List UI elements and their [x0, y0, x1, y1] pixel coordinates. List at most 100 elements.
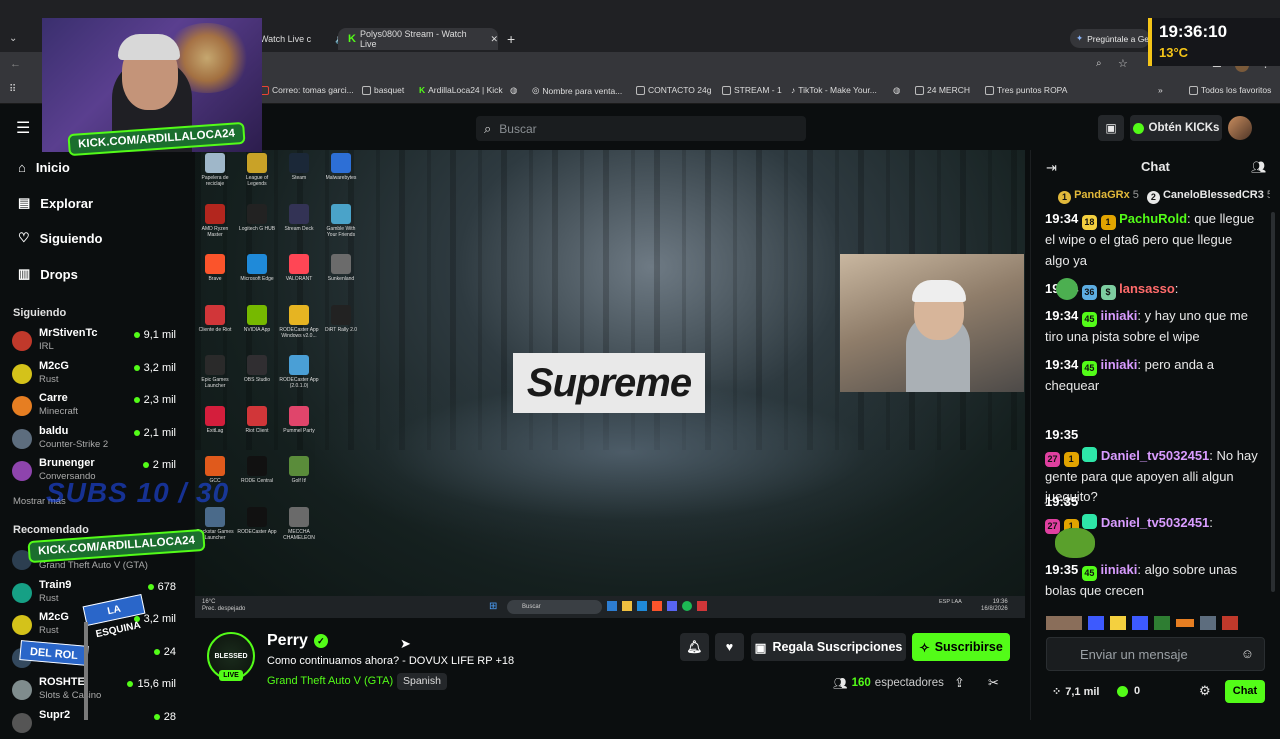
desktop-icon[interactable]: ExitLag: [195, 405, 235, 434]
emoji-icon[interactable]: ☺: [1241, 646, 1254, 661]
back-icon[interactable]: ←: [10, 58, 21, 70]
subscribe-button[interactable]: ✧ Suscribirse: [912, 633, 1010, 661]
bookmark-globe[interactable]: ◍: [510, 85, 517, 96]
recommended-channel[interactable]: Supr2 28: [12, 709, 176, 739]
sidebar-item-siguiendo[interactable]: ♡ Siguiendo: [18, 230, 103, 246]
bookmark-star-icon[interactable]: ☆: [1118, 57, 1128, 70]
bookmark-kick[interactable]: K ArdillaLoca24 | Kick: [419, 85, 503, 95]
chat-send-button[interactable]: Chat: [1225, 680, 1265, 703]
emote[interactable]: [1176, 619, 1194, 627]
desktop-icon[interactable]: VALORANT: [279, 254, 319, 282]
message-user[interactable]: iiniaki: [1101, 308, 1138, 323]
desktop-icon[interactable]: [321, 406, 361, 428]
emote[interactable]: [1200, 616, 1216, 630]
follow-heart-button[interactable]: ♥: [715, 633, 744, 661]
tab-list-icon[interactable]: ⌄: [9, 33, 17, 44]
tab-2[interactable]: K Polys0800 Stream - Watch Live ✕: [338, 28, 498, 50]
zoom-icon[interactable]: ⌕: [1096, 58, 1102, 69]
emote[interactable]: [1222, 616, 1238, 630]
desktop-icon[interactable]: [321, 355, 361, 377]
bookmark-mail[interactable]: Correo: tomas garci...: [260, 85, 354, 95]
sidebar-item-inicio[interactable]: ⌂ Inicio: [18, 160, 70, 175]
desktop-icon[interactable]: Riot Client: [237, 405, 277, 434]
clip-icon[interactable]: ✂: [988, 675, 999, 691]
apps-grid-icon[interactable]: ⠿: [9, 84, 16, 95]
get-kicks-button[interactable]: Obtén KICKs: [1130, 115, 1222, 141]
desktop-icon[interactable]: Malwarebytes: [321, 153, 361, 181]
desktop-icon[interactable]: Stream Deck: [279, 203, 319, 232]
desktop-icon[interactable]: Steam: [279, 153, 319, 181]
chat-scrollbar[interactable]: [1271, 212, 1275, 592]
gemini-button[interactable]: ✦ Pregúntale a Gemini: [1070, 29, 1150, 48]
following-channel[interactable]: MrStivenTc IRL 9,1 mil: [12, 327, 176, 357]
chat-settings-icon[interactable]: ⚙: [1199, 683, 1211, 699]
bookmark-overflow[interactable]: »: [1158, 85, 1163, 95]
desktop-icon[interactable]: RODE Central: [237, 456, 277, 484]
recommended-channel[interactable]: ROSHTE Slots & Casino 15,6 mil: [12, 676, 176, 706]
following-channel[interactable]: baldu Counter-Strike 2 2,1 mil: [12, 425, 176, 455]
message-user[interactable]: lansasso: [1119, 281, 1175, 296]
emote[interactable]: [1088, 616, 1104, 630]
desktop-icon[interactable]: DiRT Rally 2.0: [321, 304, 361, 333]
language-tag[interactable]: Spanish: [397, 673, 447, 690]
gifter-count: 5: [1132, 189, 1139, 201]
emote[interactable]: [1110, 616, 1126, 630]
gifter-2[interactable]: 2 CaneloBlessedCR3 5: [1146, 189, 1270, 207]
new-tab-icon[interactable]: +: [507, 31, 515, 47]
bookmark-globe-2[interactable]: ◍: [893, 85, 900, 96]
following-channel[interactable]: Carre Minecraft 2,3 mil: [12, 392, 176, 422]
bookmark-ropa[interactable]: Tres puntos ROPA: [985, 85, 1067, 95]
sidebar-item-explorar[interactable]: ▤ Explorar: [18, 195, 93, 211]
desktop-icon[interactable]: MECCHA CHAMELEON: [279, 506, 319, 541]
message-user[interactable]: Daniel_tv5032451: [1101, 515, 1209, 530]
desktop-icon[interactable]: Pummel Party: [279, 405, 319, 434]
desktop-icon[interactable]: Golf It!: [279, 456, 319, 484]
desktop-icon[interactable]: Cliente de Riot: [195, 304, 235, 333]
bookmark-basquet[interactable]: basquet: [362, 85, 404, 95]
message-user[interactable]: Daniel_tv5032451: [1101, 448, 1209, 463]
desktop-icon[interactable]: RODECaster App: [237, 506, 277, 535]
user-avatar[interactable]: [1228, 116, 1252, 140]
emote[interactable]: [1154, 616, 1170, 630]
search-input[interactable]: ⌕ Buscar: [476, 116, 806, 141]
bookmark-merch[interactable]: 24 MERCH: [915, 85, 970, 95]
streamer-name[interactable]: Perry: [267, 632, 308, 650]
desktop-icon[interactable]: RODECaster App (2.0.1.0): [279, 355, 319, 389]
desktop-icon[interactable]: RODECaster App Windows v2.0...: [279, 304, 319, 339]
desktop-icon[interactable]: NVIDIA App: [237, 304, 277, 333]
emote[interactable]: [1046, 616, 1082, 630]
notification-bell-button[interactable]: 🔔︎: [680, 633, 709, 661]
desktop-icon[interactable]: AMD Ryzen Master: [195, 203, 235, 238]
following-channel[interactable]: M2cG Rust 3,2 mil: [12, 360, 176, 390]
close-tab-icon[interactable]: ✕: [490, 34, 498, 45]
collapse-chat-icon[interactable]: ⇥: [1046, 160, 1057, 176]
bookmark-nombre[interactable]: ◎ Nombre para venta...: [532, 85, 622, 96]
emote[interactable]: [1132, 616, 1148, 630]
stream-category[interactable]: Grand Theft Auto V (GTA): [267, 675, 393, 687]
desktop-icon[interactable]: Microsoft Edge: [237, 254, 277, 282]
gifter-1[interactable]: 1 PandaGRx 5: [1058, 189, 1139, 207]
sidebar-item-drops[interactable]: ▥ Drops: [18, 266, 78, 282]
desktop-icon[interactable]: OBS Studio: [237, 355, 277, 383]
bookmark-stream[interactable]: STREAM - 1: [722, 85, 782, 95]
desktop-icon[interactable]: League of Legends: [237, 153, 277, 187]
desktop-icon[interactable]: Epic Games Launcher: [195, 355, 235, 389]
layout-icon[interactable]: ▣: [1098, 115, 1124, 141]
desktop-icon[interactable]: Logitech G HUB: [237, 203, 277, 232]
bookmark-all[interactable]: Todos los favoritos: [1189, 85, 1271, 95]
hamburger-menu-icon[interactable]: ☰: [16, 118, 30, 138]
bookmark-contacto[interactable]: CONTACTO 24g: [636, 85, 711, 95]
desktop-icon[interactable]: Brave: [195, 254, 235, 282]
desktop-icon[interactable]: Sunkenland: [321, 254, 361, 282]
chat-input[interactable]: Enviar un mensaje ☺: [1046, 637, 1265, 671]
desktop-icon[interactable]: Papelera de reciclaje: [195, 153, 235, 187]
chat-users-icon[interactable]: 👥︎: [1251, 160, 1266, 174]
message-user[interactable]: iiniaki: [1101, 562, 1138, 577]
gift-subs-button[interactable]: ▣ Regala Suscripciones: [751, 633, 906, 661]
desktop-icon[interactable]: Gamble With Your Friends: [321, 203, 361, 238]
message-user[interactable]: PachuRold: [1119, 211, 1187, 226]
bookmark-tiktok[interactable]: ♪ TikTok - Make Your...: [791, 85, 877, 95]
share-icon[interactable]: ⇪: [954, 675, 965, 691]
message-user[interactable]: iiniaki: [1101, 357, 1138, 372]
desktop-icon[interactable]: [321, 456, 361, 478]
